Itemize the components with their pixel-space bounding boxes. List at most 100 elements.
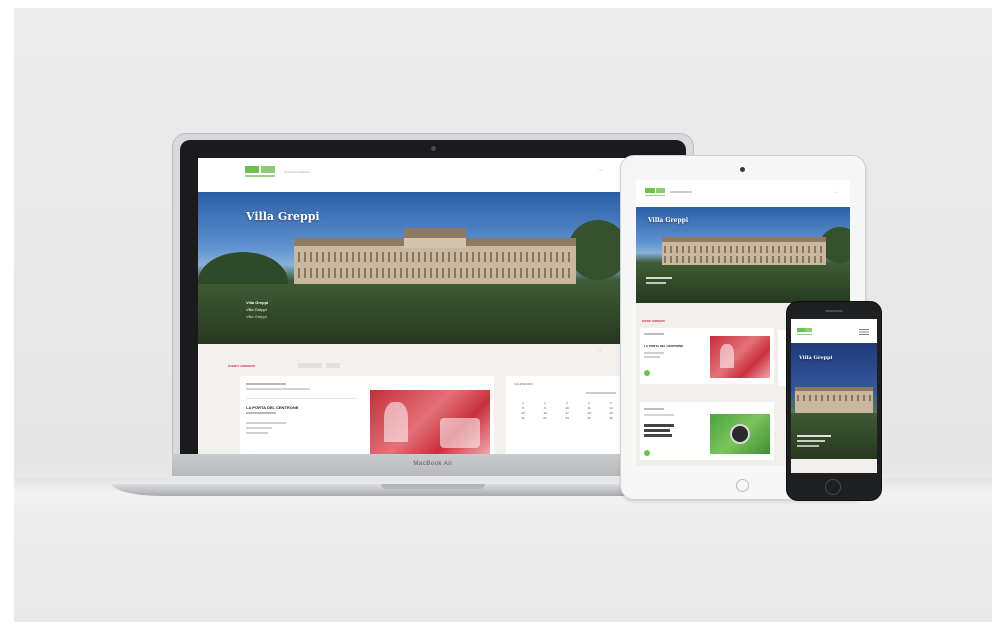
phone-speaker xyxy=(825,310,843,312)
calendar-day[interactable]: 2 xyxy=(536,401,554,405)
event-image[interactable] xyxy=(710,414,770,454)
header-menu-icon[interactable]: • • xyxy=(834,190,837,194)
calendar-day[interactable]: 26 xyxy=(602,416,620,420)
card-subtitle-line xyxy=(246,412,276,414)
card-meta-line xyxy=(246,383,286,385)
calendar-day[interactable]: 15 xyxy=(514,411,532,415)
hero-title: Villa Greppi xyxy=(648,217,689,224)
card-detail-line xyxy=(246,432,268,434)
category-icon xyxy=(644,450,650,456)
hamburger-menu-icon[interactable] xyxy=(859,329,869,335)
site-logo-mark xyxy=(261,166,275,173)
card-detail-line xyxy=(644,352,664,354)
tablet-camera xyxy=(740,167,745,172)
event-image[interactable] xyxy=(710,336,770,378)
hero-banner: Villa Greppi xyxy=(636,207,850,303)
villa-windows xyxy=(664,256,824,263)
villa-windows xyxy=(797,395,871,401)
laptop-screen: Consorzio Brianteo • • • Villa Greppi Vi… xyxy=(198,158,670,454)
logo-underline xyxy=(645,195,665,196)
site-logo[interactable] xyxy=(245,166,259,173)
hero-title: Villa Greppi xyxy=(799,355,833,361)
tab-secondary[interactable] xyxy=(298,363,322,368)
card-title-line xyxy=(644,429,670,432)
hero-line xyxy=(646,277,672,279)
hero-line xyxy=(797,440,825,442)
card-title: LA PORTA DEL CENTRONE xyxy=(644,344,684,348)
hero-line xyxy=(797,445,819,447)
hero-line: Villa Greppi xyxy=(246,300,269,305)
card-detail-line xyxy=(644,356,660,358)
hero-title: Villa Greppi xyxy=(246,210,320,223)
calendar-day[interactable]: 9 xyxy=(536,406,554,410)
image-detail xyxy=(384,402,408,442)
card-meta-line xyxy=(644,408,664,410)
calendar-day[interactable]: 3 xyxy=(558,401,576,405)
site-header: Consorzio Brianteo • • • xyxy=(198,158,670,192)
card-meta-line xyxy=(644,333,664,335)
logo-underline xyxy=(245,175,275,177)
calendar-day[interactable]: 22 xyxy=(514,416,532,420)
site-header xyxy=(791,319,877,343)
tree-decoration xyxy=(568,220,628,280)
calendar-day[interactable]: 10 xyxy=(558,406,576,410)
villa-tower xyxy=(404,228,466,238)
calendar-day[interactable]: 16 xyxy=(536,411,554,415)
calendar-label: CALENDARIO xyxy=(514,382,534,386)
calendar-day[interactable]: 12 xyxy=(602,406,620,410)
calendar-day[interactable]: 5 xyxy=(602,401,620,405)
calendar-day[interactable]: 23 xyxy=(536,416,554,420)
divider xyxy=(246,398,356,399)
tab-tertiary[interactable] xyxy=(326,363,340,368)
event-card[interactable]: LA PORTA DEL CENTRONE xyxy=(240,376,494,454)
card-title-line xyxy=(644,424,674,427)
hero-banner: Villa Greppi xyxy=(791,343,877,459)
site-logo-mark xyxy=(805,328,812,332)
event-card[interactable]: LA PORTA DEL CENTRONE xyxy=(640,328,774,384)
calendar-day[interactable]: 4 xyxy=(580,401,598,405)
pager-icon[interactable]: • • xyxy=(598,348,601,352)
category-icon xyxy=(644,370,650,376)
calendar-day[interactable]: 17 xyxy=(558,411,576,415)
hero-line: Villa Greppi xyxy=(246,307,267,312)
phone-screen: Villa Greppi xyxy=(791,319,877,473)
site-tagline: Consorzio Brianteo xyxy=(284,170,310,174)
calendar-day[interactable]: 11 xyxy=(580,406,598,410)
hero-line: Villa Greppi xyxy=(246,314,267,319)
calendar-month xyxy=(586,392,616,394)
site-tagline xyxy=(670,191,692,193)
site-logo[interactable] xyxy=(797,328,805,332)
header-menu-icon[interactable]: • • • xyxy=(598,168,603,172)
image-detail xyxy=(720,344,734,368)
calendar-day[interactable]: 1 xyxy=(514,401,532,405)
hero-line xyxy=(797,435,831,437)
calendar-day[interactable]: 24 xyxy=(558,416,576,420)
tab-current-events[interactable]: EVENTI CORRENTI xyxy=(642,320,665,323)
calendar-day[interactable]: 19 xyxy=(602,411,620,415)
card-detail-line xyxy=(246,427,272,429)
logo-underline xyxy=(797,334,812,335)
event-card[interactable] xyxy=(640,402,774,460)
image-detail xyxy=(440,418,480,448)
card-meta-line xyxy=(246,388,310,390)
villa-garden xyxy=(198,284,670,344)
calendar-day[interactable]: 18 xyxy=(580,411,598,415)
site-logo[interactable] xyxy=(645,188,655,193)
villa-windows xyxy=(298,252,572,262)
laptop-brand-label: MacBook Air xyxy=(413,461,453,467)
laptop-notch xyxy=(381,484,485,489)
tab-current-events[interactable]: EVENTI CORRENTI xyxy=(228,364,255,368)
calendar-day[interactable]: 8 xyxy=(514,406,532,410)
phone-home-button[interactable] xyxy=(825,479,841,495)
card-title: LA PORTA DEL CENTRONE xyxy=(246,405,299,410)
hero-line xyxy=(646,282,666,284)
site-logo-mark xyxy=(656,188,665,193)
villa-tower-body xyxy=(404,238,466,248)
villa-windows xyxy=(664,246,824,253)
card-title-line xyxy=(644,434,672,437)
laptop-camera xyxy=(431,146,436,151)
hero-banner: Villa Greppi Villa Greppi Villa Greppi V… xyxy=(198,192,670,344)
calendar-day[interactable]: 25 xyxy=(580,416,598,420)
event-image[interactable] xyxy=(370,390,490,454)
tablet-home-button[interactable] xyxy=(736,479,749,492)
